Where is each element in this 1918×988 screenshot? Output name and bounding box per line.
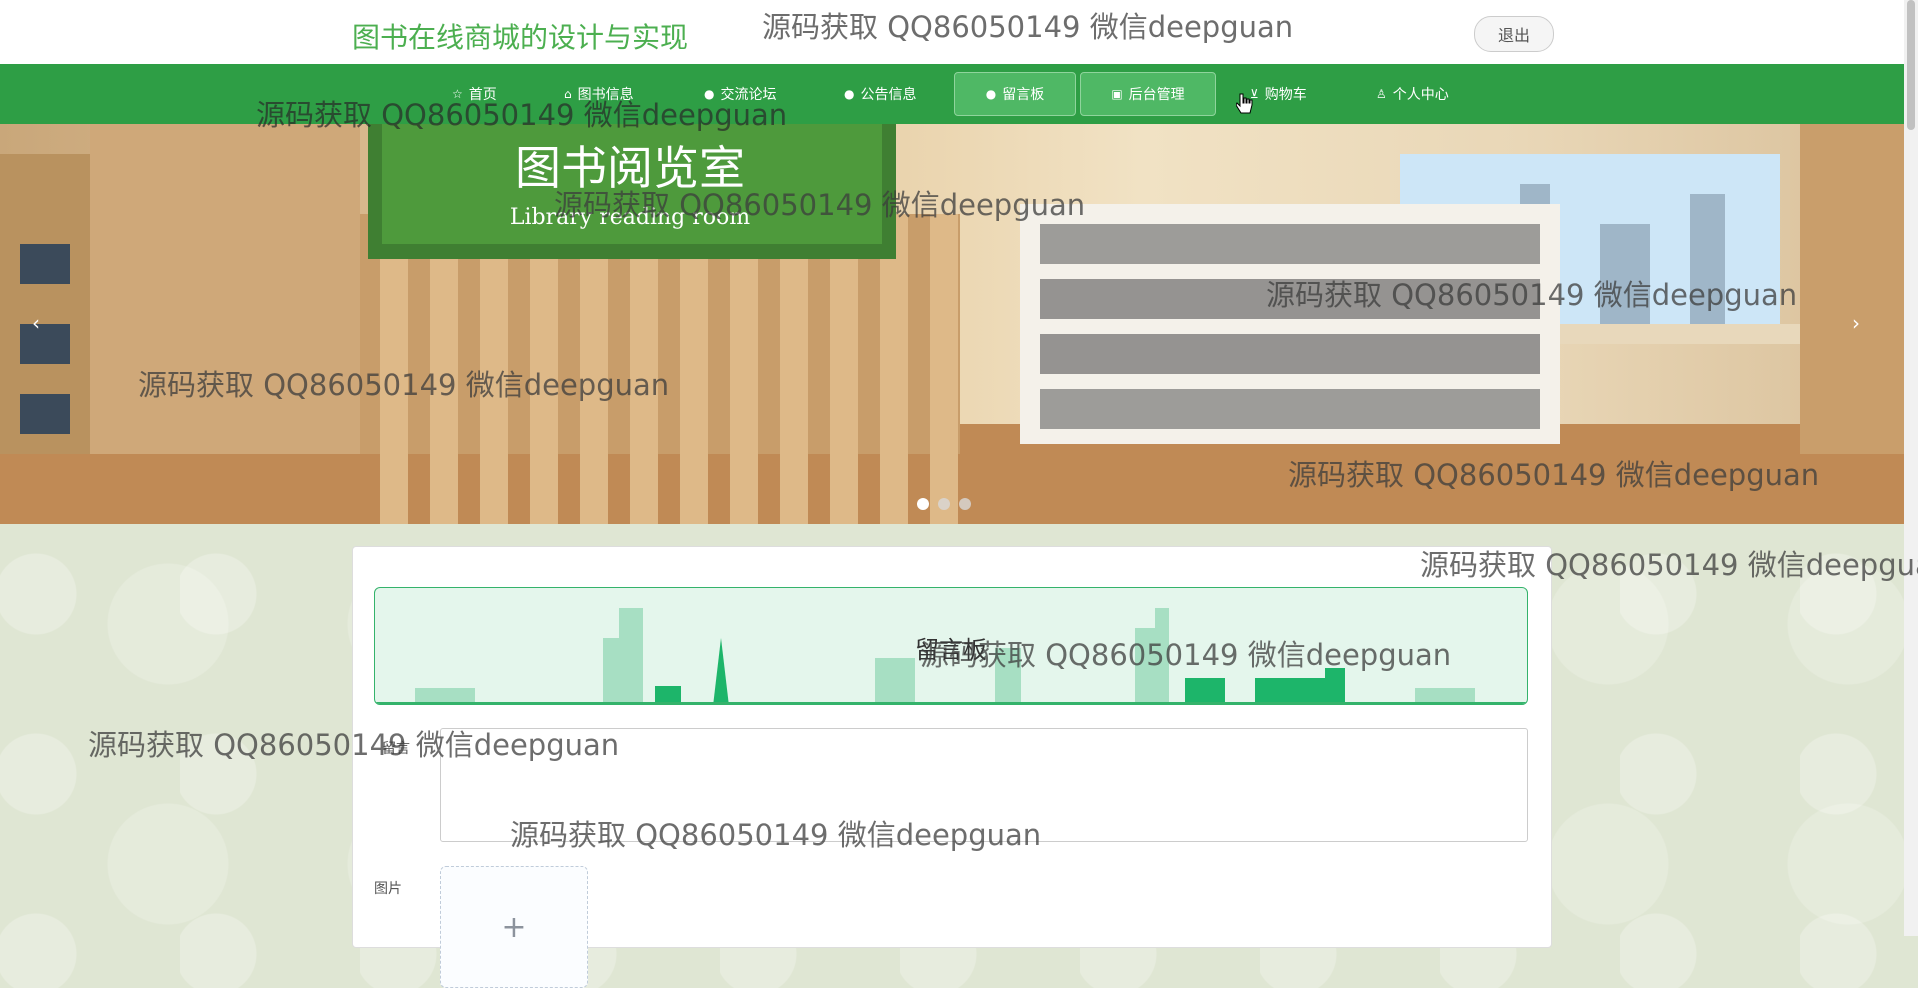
- library-image: 图书阅览室 Library reading room ‹ ›: [0, 124, 1904, 524]
- nav-item-books[interactable]: ⌂ 图书信息: [550, 72, 648, 116]
- forum-icon: ●: [704, 87, 715, 101]
- nav-item-label: 个人中心: [1392, 87, 1449, 103]
- carousel-dot[interactable]: [959, 498, 971, 510]
- nav-item-home[interactable]: ☆ 首页: [438, 72, 511, 116]
- scrollbar-thumb[interactable]: [1907, 0, 1915, 130]
- board-header: 留言板: [374, 587, 1528, 705]
- sign-text-en: Library reading room: [510, 205, 750, 230]
- nav-item-label: 公告信息: [860, 87, 917, 103]
- message-icon: ●: [985, 87, 997, 101]
- nav-item-notice[interactable]: ● 公告信息: [830, 72, 930, 116]
- image-label: 图片: [374, 881, 402, 897]
- nav-item-label: 购物车: [1264, 87, 1307, 103]
- notice-icon: ●: [844, 87, 855, 101]
- board-title: 留言板: [915, 636, 987, 664]
- carousel-next-icon[interactable]: ›: [1852, 311, 1860, 335]
- top-header: 图书在线商城的设计与实现 退出: [0, 0, 1904, 64]
- carousel-dot[interactable]: [917, 498, 929, 510]
- nav-item-label: 首页: [468, 87, 497, 103]
- nav-item-forum[interactable]: ● 交流论坛: [690, 72, 790, 116]
- home-icon: ☆: [452, 87, 463, 101]
- nav-item-admin[interactable]: ▣ 后台管理: [1080, 72, 1216, 116]
- nav-item-label: 交流论坛: [720, 87, 777, 103]
- user-icon: ♙: [1376, 87, 1387, 101]
- content-label: 留言: [382, 741, 410, 757]
- nav-item-profile[interactable]: ♙ 个人中心: [1362, 72, 1463, 116]
- carousel-prev-icon[interactable]: ‹: [32, 311, 40, 335]
- image-upload[interactable]: +: [440, 866, 588, 988]
- main-nav: ☆ 首页 ⌂ 图书信息 ● 交流论坛 ● 公告信息 ● 留言板 ▣ 后台管理 ⊻…: [0, 64, 1904, 124]
- message-textarea[interactable]: [440, 728, 1528, 842]
- sign-text-cn: 图书阅览室: [515, 141, 745, 195]
- nav-item-label: 后台管理: [1128, 87, 1185, 103]
- logout-button[interactable]: 退出: [1474, 16, 1554, 52]
- admin-icon: ▣: [1111, 87, 1123, 101]
- cursor-hand-icon: [1236, 93, 1253, 114]
- banner-carousel: 图书阅览室 Library reading room ‹ ›: [0, 124, 1904, 524]
- nav-item-label: 图书信息: [577, 87, 634, 103]
- site-title: 图书在线商城的设计与实现: [352, 21, 689, 54]
- scrollbar-track[interactable]: [1904, 0, 1918, 936]
- nav-item-messages[interactable]: ● 留言板: [954, 72, 1076, 116]
- carousel-dot[interactable]: [938, 498, 950, 510]
- nav-item-label: 留言板: [1002, 87, 1045, 103]
- plus-icon: +: [501, 909, 527, 945]
- book-icon: ⌂: [564, 87, 572, 101]
